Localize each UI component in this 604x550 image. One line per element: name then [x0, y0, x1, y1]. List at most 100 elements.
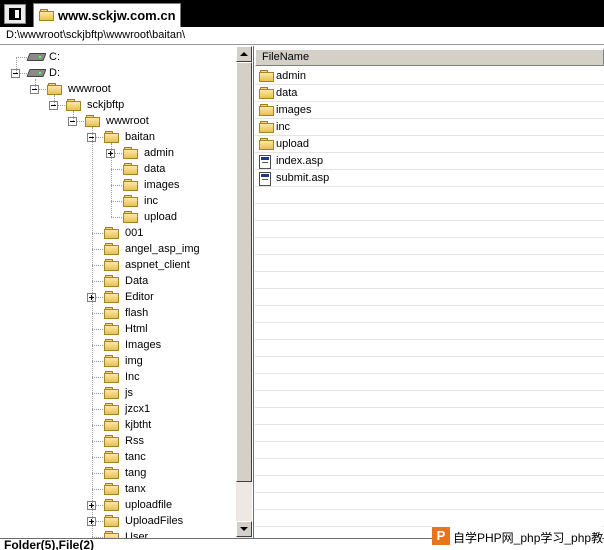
folder-icon	[104, 387, 120, 399]
file-row[interactable]: submit.asp	[255, 170, 604, 187]
grid-line	[255, 254, 604, 255]
tree-item-label: Rss	[125, 435, 144, 447]
tree-item-label: flash	[125, 307, 149, 319]
document-icon	[259, 155, 271, 169]
tree-item-label: Editor	[125, 291, 154, 303]
address-bar[interactable]: D:\wwwroot\sckjbftp\wwwroot\baitan\	[0, 27, 604, 45]
tree-item-label: upload	[144, 211, 178, 223]
tree-connector	[92, 457, 103, 458]
file-name: submit.asp	[276, 172, 330, 184]
column-header-label: FileName	[262, 51, 310, 63]
grid-line	[255, 390, 604, 391]
tree-connector	[92, 361, 103, 362]
folder-icon	[104, 323, 120, 335]
tree-connector	[92, 489, 103, 490]
tree-guide	[16, 57, 17, 73]
folder-icon	[259, 104, 275, 116]
grid-line	[255, 441, 604, 442]
tree-item-label: C:	[49, 51, 60, 63]
scroll-thumb[interactable]	[236, 62, 252, 482]
tab-site[interactable]: www.sckjw.com.cn	[33, 3, 181, 27]
folder-icon	[123, 195, 139, 207]
folder-icon	[104, 131, 120, 143]
tree-item-label: wwwroot	[106, 115, 149, 127]
tree-connector	[92, 265, 103, 266]
grid-line	[255, 492, 604, 493]
window-menu-button[interactable]	[4, 4, 26, 24]
file-row[interactable]: admin	[255, 68, 604, 85]
tree-connector	[92, 441, 103, 442]
folder-icon	[104, 515, 120, 527]
folder-icon	[259, 138, 275, 150]
tree-connector	[92, 377, 103, 378]
tree-item-label: baitan	[125, 131, 155, 143]
tree-item-label: data	[144, 163, 166, 175]
tree-item-label: sckjbftp	[87, 99, 125, 111]
tree-connector	[92, 313, 103, 314]
file-row[interactable]: index.asp	[255, 153, 604, 170]
tree-connector	[92, 345, 103, 346]
folder-icon	[104, 499, 120, 511]
scroll-up-button[interactable]	[236, 46, 252, 62]
grid-line	[255, 475, 604, 476]
tree-connector	[111, 217, 122, 218]
grid-line	[255, 322, 604, 323]
tree-item-label: jzcx1	[125, 403, 151, 415]
tree-item-label: wwwroot	[68, 83, 111, 95]
file-row[interactable]: upload	[255, 136, 604, 153]
file-row[interactable]: images	[255, 102, 604, 119]
tree-item-label: angel_asp_img	[125, 243, 200, 255]
file-name: upload	[276, 138, 310, 150]
folder-icon	[123, 147, 139, 159]
watermark: P 自学PHP网_php学习_php教	[432, 526, 603, 546]
tree-item-label: tanc	[125, 451, 146, 463]
tree-item-label: kjbtht	[125, 419, 152, 431]
tree-connector	[92, 233, 103, 234]
tab-bar: www.sckjw.com.cn	[0, 0, 604, 27]
file-list: FileName admin data images inc upload index.a…	[255, 46, 604, 538]
folder-icon	[85, 115, 101, 127]
grid-line	[255, 407, 604, 408]
file-name: admin	[276, 70, 306, 82]
tree-guide	[73, 111, 74, 121]
file-row[interactable]: data	[255, 85, 604, 102]
drive-icon	[28, 51, 44, 61]
window-icon	[9, 8, 21, 20]
grid-line	[255, 203, 604, 204]
grid-line	[255, 458, 604, 459]
tree-item-label: User	[125, 531, 149, 538]
folder-icon	[47, 83, 63, 95]
tree-item-label: UploadFiles	[125, 515, 184, 527]
tree-connector	[111, 201, 122, 202]
tree-item-label: D:	[49, 67, 60, 79]
scroll-down-button[interactable]	[236, 521, 252, 537]
folder-icon	[104, 531, 120, 538]
tree-item-label: aspnet_client	[125, 259, 190, 271]
folder-icon	[259, 121, 275, 133]
grid-line	[255, 424, 604, 425]
tree-item-label: inc	[144, 195, 159, 207]
folder-icon	[123, 211, 139, 223]
folder-icon	[104, 243, 120, 255]
tree-item-label: tang	[125, 467, 147, 479]
address-path[interactable]: D:\wwwroot\sckjbftp\wwwroot\baitan\	[6, 29, 185, 41]
document-icon	[259, 172, 271, 186]
file-name: inc	[276, 121, 291, 133]
watermark-logo: P	[432, 527, 450, 545]
folder-icon	[104, 403, 120, 415]
file-row[interactable]: inc	[255, 119, 604, 136]
tree-item-label: uploadfile	[125, 499, 173, 511]
tab-title: www.sckjw.com.cn	[58, 8, 176, 23]
tree-connector	[111, 185, 122, 186]
tree-connector	[111, 169, 122, 170]
tree-item-label: admin	[144, 147, 174, 159]
file-name: index.asp	[276, 155, 324, 167]
folder-icon	[259, 70, 275, 82]
tree-scrollbar[interactable]	[236, 46, 252, 538]
folder-icon	[104, 259, 120, 271]
folder-icon	[104, 451, 120, 463]
folder-icon	[123, 163, 139, 175]
folder-icon	[104, 339, 120, 351]
column-header-filename[interactable]: FileName	[255, 49, 604, 66]
tree-item-label: 001	[125, 227, 144, 239]
